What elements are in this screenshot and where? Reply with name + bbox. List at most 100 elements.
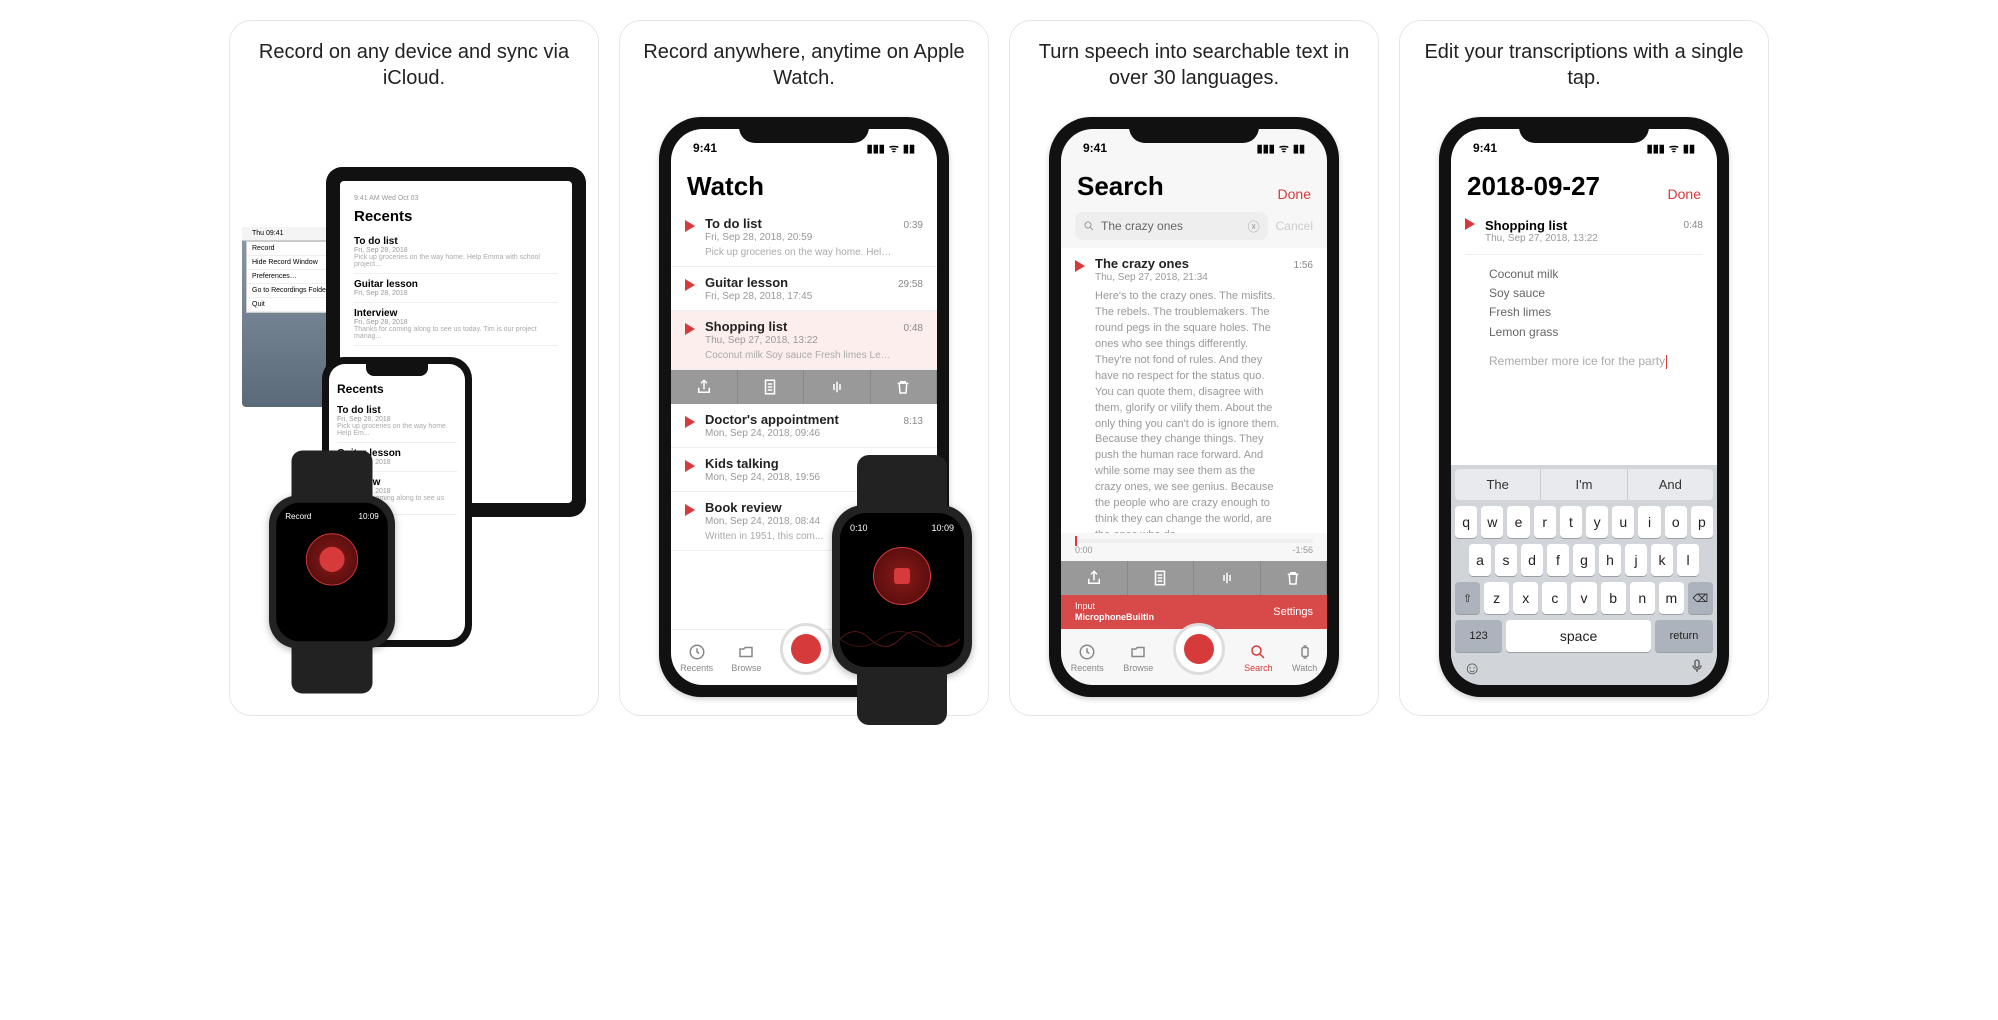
mic-icon[interactable] — [1689, 658, 1705, 679]
caption: Record anywhere, anytime on Apple Watch. — [632, 39, 976, 99]
trash-icon[interactable] — [1261, 561, 1328, 595]
play-icon[interactable] — [685, 220, 695, 232]
record-button[interactable] — [1173, 623, 1225, 675]
key[interactable]: g — [1573, 544, 1595, 576]
prediction[interactable]: And — [1628, 469, 1713, 500]
list-item[interactable]: Interview Fri, Sep 28, 2018 Thanks for c… — [354, 303, 558, 346]
key[interactable]: r — [1534, 506, 1556, 538]
iphone-title: Recents — [337, 382, 457, 396]
share-icon[interactable] — [671, 370, 738, 404]
tab-browse[interactable]: Browse — [731, 643, 761, 673]
list-item[interactable]: To do list Fri, Sep 28, 2018 Pick up gro… — [337, 400, 457, 443]
key[interactable]: a — [1469, 544, 1491, 576]
watch-time: 10:09 — [359, 512, 379, 521]
play-icon[interactable] — [685, 323, 695, 335]
key[interactable]: e — [1507, 506, 1529, 538]
key[interactable]: k — [1651, 544, 1673, 576]
key[interactable]: m — [1659, 582, 1684, 614]
tab-recents[interactable]: Recents — [1071, 643, 1104, 673]
key[interactable]: q — [1455, 506, 1477, 538]
watch-label: Record — [285, 512, 311, 521]
key[interactable]: b — [1601, 582, 1626, 614]
return-key[interactable]: return — [1655, 620, 1713, 652]
prediction-bar: The I'm And — [1455, 469, 1713, 500]
screenshot-4: Edit your transcriptions with a single t… — [1399, 20, 1769, 716]
key[interactable]: x — [1513, 582, 1538, 614]
key[interactable]: h — [1599, 544, 1621, 576]
play-icon[interactable] — [1465, 218, 1475, 230]
play-icon[interactable] — [685, 504, 695, 516]
list-item-selected[interactable]: Shopping list Thu, Sep 27, 2018, 13:22 C… — [671, 311, 937, 370]
stop-button[interactable] — [873, 547, 931, 605]
play-icon[interactable] — [685, 279, 695, 291]
list-item[interactable]: Guitar lesson Fri, Sep 28, 2018, 17:45 2… — [671, 267, 937, 311]
list-item[interactable]: To do list Fri, Sep 28, 2018, 20:59 Pick… — [671, 208, 937, 267]
share-icon[interactable] — [1061, 561, 1128, 595]
prediction[interactable]: The — [1455, 469, 1541, 500]
text-cursor — [1666, 355, 1667, 369]
waveform-icon[interactable] — [1194, 561, 1261, 595]
keyboard[interactable]: The I'm And qwertyuiop asdfghjkl ⇧ zxcvb… — [1451, 465, 1717, 685]
clear-icon[interactable]: ⓧ — [1248, 218, 1260, 235]
key[interactable]: v — [1571, 582, 1596, 614]
emoji-icon[interactable]: ☺ — [1463, 658, 1481, 679]
document-icon[interactable] — [1128, 561, 1195, 595]
tab-watch[interactable]: Watch — [1292, 643, 1317, 673]
tab-bar: Recents Browse Search Watch — [1061, 629, 1327, 685]
done-button[interactable]: Done — [1278, 186, 1311, 202]
watch-device: Record 10:09 — [269, 496, 395, 649]
record-button[interactable] — [780, 623, 832, 675]
play-icon[interactable] — [685, 416, 695, 428]
key[interactable]: i — [1638, 506, 1660, 538]
cancel-button[interactable]: Cancel — [1276, 219, 1313, 233]
waveform-icon[interactable] — [804, 370, 871, 404]
play-icon[interactable] — [1075, 260, 1085, 272]
tab-browse[interactable]: Browse — [1123, 643, 1153, 673]
playback-track[interactable]: 0:00 -1:56 — [1061, 533, 1327, 561]
key[interactable]: t — [1560, 506, 1582, 538]
record-button[interactable] — [306, 533, 358, 585]
record-icon — [1184, 634, 1214, 664]
battery-icon: ▮▮ — [1293, 142, 1305, 155]
done-button[interactable]: Done — [1668, 186, 1701, 202]
key[interactable]: c — [1542, 582, 1567, 614]
signal-icon: ▮▮▮ — [867, 142, 885, 155]
document-icon[interactable] — [738, 370, 805, 404]
key[interactable]: d — [1521, 544, 1543, 576]
list-item[interactable]: To do list Fri, Sep 28, 2018 Pick up gro… — [354, 231, 558, 274]
prediction[interactable]: I'm — [1541, 469, 1627, 500]
key[interactable]: u — [1612, 506, 1634, 538]
key[interactable]: s — [1495, 544, 1517, 576]
wifi-icon: ᯤ — [889, 141, 899, 156]
watch-time: 10:09 — [931, 523, 954, 533]
signal-icon: ▮▮▮ — [1257, 142, 1275, 155]
page-title: Search — [1077, 171, 1164, 202]
recording-header[interactable]: Shopping list Thu, Sep 27, 2018, 13:22 0… — [1465, 208, 1703, 255]
key[interactable]: z — [1484, 582, 1509, 614]
list-item[interactable]: Guitar lesson Fri, Sep 28, 2018 — [354, 274, 558, 303]
stop-icon — [894, 568, 910, 584]
key[interactable]: n — [1630, 582, 1655, 614]
record-icon — [791, 634, 821, 664]
key[interactable]: j — [1625, 544, 1647, 576]
key[interactable]: o — [1665, 506, 1687, 538]
settings-button[interactable]: Settings — [1273, 606, 1313, 618]
shift-key[interactable]: ⇧ — [1455, 582, 1480, 614]
transcription-editor[interactable]: Coconut milk Soy sauce Fresh limes Lemon… — [1465, 255, 1703, 371]
tab-recents[interactable]: Recents — [680, 643, 713, 673]
search-result[interactable]: The crazy ones Thu, Sep 27, 2018, 21:34 … — [1061, 248, 1327, 533]
num-key[interactable]: 123 — [1455, 620, 1502, 652]
iphone-frame: 9:41 ▮▮▮ᯤ▮▮ Search Done The crazy ones ⓧ… — [1049, 117, 1339, 697]
key[interactable]: w — [1481, 506, 1503, 538]
backspace-key[interactable]: ⌫ — [1688, 582, 1713, 614]
space-key[interactable]: space — [1506, 620, 1651, 652]
key[interactable]: p — [1691, 506, 1713, 538]
key[interactable]: l — [1677, 544, 1699, 576]
key[interactable]: y — [1586, 506, 1608, 538]
play-icon[interactable] — [685, 460, 695, 472]
trash-icon[interactable] — [871, 370, 938, 404]
key[interactable]: f — [1547, 544, 1569, 576]
search-input[interactable]: The crazy ones ⓧ — [1075, 212, 1268, 240]
list-item[interactable]: Doctor's appointment Mon, Sep 24, 2018, … — [671, 404, 937, 448]
tab-search[interactable]: Search — [1244, 643, 1273, 673]
